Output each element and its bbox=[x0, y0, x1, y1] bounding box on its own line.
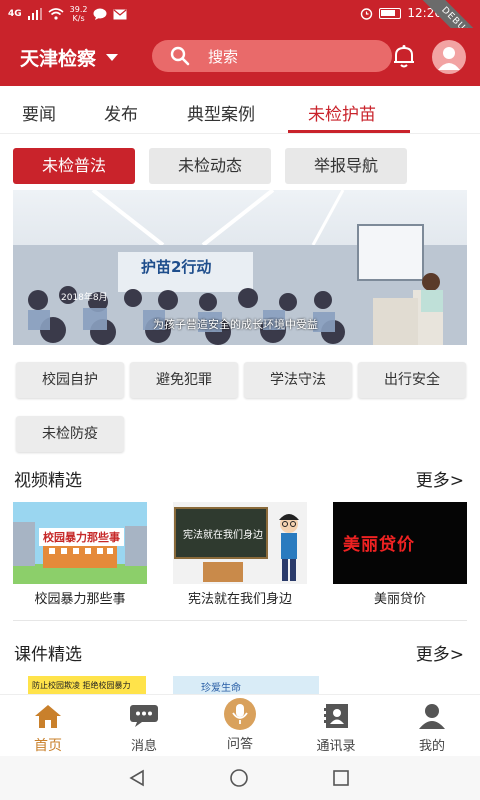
course-more-link[interactable]: 更多> bbox=[416, 640, 464, 665]
signal-label: 4G bbox=[8, 9, 22, 19]
status-left: 4G 39.2 K/s bbox=[8, 5, 127, 23]
tab-cases[interactable]: 典型案例 bbox=[187, 100, 255, 125]
person-icon bbox=[419, 704, 445, 729]
tag-epidemic-prevention[interactable]: 未检防疫 bbox=[16, 416, 124, 452]
home-icon bbox=[35, 705, 61, 728]
banner-image[interactable]: 护苗2行动 2018年8月 为孩子营造安全的成长环境中受益 bbox=[13, 190, 467, 345]
nav-contacts-label: 通讯录 bbox=[316, 739, 356, 754]
back-icon[interactable] bbox=[128, 769, 146, 787]
video-thumb-text: 宪法就在我们身边 bbox=[183, 530, 263, 541]
tag-campus-safety[interactable]: 校园自护 bbox=[16, 362, 124, 398]
region-label: 天津检察 bbox=[20, 48, 97, 70]
signal-icon bbox=[27, 8, 42, 20]
bottom-nav: 首页 消息 问答 通讯录 我的 bbox=[0, 694, 480, 756]
message-icon bbox=[93, 8, 107, 20]
course-thumb-text: 防止校园欺凌 拒绝校园暴力 bbox=[32, 681, 131, 690]
constitution-illustration bbox=[173, 502, 307, 584]
course-card[interactable]: 防止校园欺凌 拒绝校园暴力 bbox=[28, 676, 146, 694]
net-speed: 39.2 K/s bbox=[70, 5, 88, 23]
video-section-title: 视频精选 bbox=[14, 471, 82, 491]
status-right: 12:26 bbox=[360, 6, 442, 20]
chevron-down-icon bbox=[106, 54, 119, 61]
microphone-icon bbox=[224, 698, 256, 730]
tag-law-abiding[interactable]: 学法守法 bbox=[244, 362, 352, 398]
contacts-icon bbox=[324, 704, 348, 728]
wifi-icon bbox=[48, 8, 64, 20]
banner-brand: 护苗2行动 bbox=[141, 258, 212, 276]
alarm-icon bbox=[361, 7, 373, 20]
recent-apps-icon[interactable] bbox=[332, 769, 350, 787]
tab-news[interactable]: 要闻 bbox=[22, 100, 56, 125]
video-card[interactable]: 校园暴力那些事 校园暴力那些事 bbox=[13, 502, 147, 607]
video-thumb-text: 美丽贷价 bbox=[343, 535, 415, 555]
tab-youth-protection[interactable]: 未检护苗 bbox=[308, 100, 376, 125]
app-header: 天津检察 搜索 bbox=[0, 28, 480, 86]
nav-contacts[interactable]: 通讯录 bbox=[296, 701, 376, 754]
video-more-link[interactable]: 更多> bbox=[416, 466, 464, 491]
nav-profile-label: 我的 bbox=[418, 739, 445, 754]
video-thumbnail: 校园暴力那些事 bbox=[13, 502, 147, 584]
nav-qa[interactable]: 问答 bbox=[200, 698, 280, 752]
nav-profile[interactable]: 我的 bbox=[392, 701, 472, 754]
video-card[interactable]: 美丽贷价 美丽贷价 bbox=[333, 502, 467, 607]
video-caption: 校园暴力那些事 bbox=[34, 592, 126, 607]
search-icon bbox=[170, 46, 190, 66]
nav-qa-label: 问答 bbox=[226, 737, 253, 752]
nav-home[interactable]: 首页 bbox=[8, 701, 88, 755]
video-caption: 宪法就在我们身边 bbox=[187, 592, 292, 607]
chat-icon bbox=[130, 705, 158, 727]
user-icon bbox=[438, 47, 460, 70]
banner-sub: 2018年8月 bbox=[61, 293, 108, 303]
net-speed-value: 39.2 bbox=[69, 5, 88, 14]
video-card[interactable]: 宪法就在我们身边 宪法就在我们身边 bbox=[173, 502, 307, 607]
course-thumb-text: 珍爱生命 bbox=[201, 683, 241, 694]
video-thumbnail: 美丽贷价 bbox=[333, 502, 467, 584]
active-tab-indicator bbox=[288, 130, 410, 133]
sub-tab-legal-education[interactable]: 未检普法 bbox=[13, 148, 135, 184]
bell-icon[interactable] bbox=[390, 42, 418, 70]
nav-messages[interactable]: 消息 bbox=[104, 701, 184, 754]
status-bar: 4G 39.2 K/s 12:26 DEBUG bbox=[0, 0, 480, 64]
region-selector[interactable]: 天津检察 bbox=[20, 44, 119, 71]
system-nav-bar bbox=[0, 756, 480, 800]
search-input[interactable]: 搜索 bbox=[152, 40, 392, 72]
mail-icon bbox=[113, 9, 127, 19]
battery-icon bbox=[379, 7, 402, 19]
sub-tab-news[interactable]: 未检动态 bbox=[149, 148, 271, 184]
avatar[interactable] bbox=[432, 40, 466, 74]
search-placeholder: 搜索 bbox=[208, 47, 239, 66]
sub-tab-report-guide[interactable]: 举报导航 bbox=[285, 148, 407, 184]
section-divider bbox=[13, 620, 467, 621]
nav-home-label: 首页 bbox=[34, 738, 62, 754]
video-thumb-text: 校园暴力那些事 bbox=[39, 528, 124, 546]
home-circle-icon[interactable] bbox=[229, 768, 249, 788]
course-section-title: 课件精选 bbox=[14, 645, 82, 665]
course-card[interactable]: 珍爱生命 bbox=[173, 676, 319, 694]
video-thumbnail: 宪法就在我们身边 bbox=[173, 502, 307, 584]
tab-publish[interactable]: 发布 bbox=[104, 100, 138, 125]
nav-messages-label: 消息 bbox=[130, 739, 157, 754]
top-tabs: 要闻 发布 典型案例 未检护苗 bbox=[0, 86, 480, 134]
banner-caption: 为孩子营造安全的成长环境中受益 bbox=[153, 318, 318, 331]
net-speed-unit: K/s bbox=[72, 14, 85, 23]
tag-travel-safety[interactable]: 出行安全 bbox=[358, 362, 466, 398]
tag-avoid-crime[interactable]: 避免犯罪 bbox=[130, 362, 238, 398]
video-caption: 美丽贷价 bbox=[373, 592, 426, 607]
